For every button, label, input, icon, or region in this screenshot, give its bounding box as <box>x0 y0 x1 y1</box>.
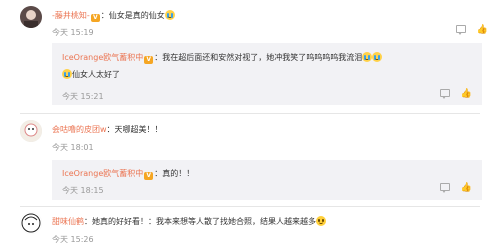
comment-3: 甜味仙鹤：她真的好好看！：我本来想等人散了找她合照，结果人越来越多 <box>52 216 326 227</box>
reply-time: 今天 15:21 <box>62 92 104 101</box>
reply-text: ：真的！！ <box>154 169 195 178</box>
reply-text: ：我在超后面还和安然对视了，她冲我笑了呜呜呜呜我流泪 <box>154 53 363 62</box>
comment-text: ：天哪超美！！ <box>106 125 163 134</box>
reply-text-line2: 仙女人太好了 <box>72 70 120 79</box>
emoji-icon <box>316 216 326 226</box>
like-icon[interactable]: 👍 <box>461 183 472 193</box>
reply-username-link[interactable]: IceOrange欧气蓄积中 <box>62 169 143 178</box>
like-icon[interactable]: 👍 <box>477 25 488 35</box>
reply-icon[interactable] <box>456 25 466 35</box>
username-link[interactable]: 甜味仙鹤 <box>52 217 84 226</box>
avatar-user-2[interactable] <box>20 120 42 142</box>
avatar-user-3[interactable] <box>20 212 42 234</box>
comment-actions: 👍 <box>456 25 488 35</box>
reply-1-line2: 仙女人太好了 <box>62 69 120 80</box>
vip-badge-icon: V <box>144 56 154 64</box>
comment-time: 今天 15:26 <box>52 235 94 244</box>
comment-text: ：她真的好好看！：我本来想等人散了找她合照，结果人越来越多 <box>84 217 316 226</box>
avatar-user-1[interactable] <box>20 6 42 28</box>
comment-text: ：仙女是真的仙女 <box>100 11 165 20</box>
reply-username-link[interactable]: IceOrange欧气蓄积中 <box>62 53 143 62</box>
comment-time: 今天 18:01 <box>52 143 94 152</box>
like-icon[interactable]: 👍 <box>461 89 472 99</box>
reply-box-2 <box>52 160 482 200</box>
reply-actions: 👍 <box>440 183 472 193</box>
reply-time: 今天 18:15 <box>62 186 104 195</box>
reply-icon[interactable] <box>440 183 450 193</box>
vip-badge-icon: V <box>90 14 100 22</box>
crying-emoji-icon <box>62 69 72 79</box>
username-link[interactable]: 会咕噜的皮团w <box>52 125 107 134</box>
username-link[interactable]: -藤井桃知- <box>52 11 90 20</box>
reply-icon[interactable] <box>440 89 450 99</box>
divider <box>20 113 480 114</box>
reply-actions: 👍 <box>440 89 472 99</box>
crying-emoji-icon <box>164 10 175 20</box>
crying-emoji-icon <box>372 52 383 62</box>
crying-emoji-icon <box>362 52 373 62</box>
vip-badge-icon: V <box>144 172 154 180</box>
comment-2: 会咕噜的皮团w：天哪超美！！ <box>52 124 163 135</box>
divider <box>20 206 480 207</box>
reply-2: IceOrange欧气蓄积中 V ：真的！！ <box>62 168 194 180</box>
reply-1: IceOrange欧气蓄积中 V ：我在超后面还和安然对视了，她冲我笑了呜呜呜呜我流… <box>62 52 383 64</box>
comment-1: -藤井桃知- V ：仙女是真的仙女 <box>52 10 175 22</box>
comment-time: 今天 15:19 <box>52 28 94 37</box>
